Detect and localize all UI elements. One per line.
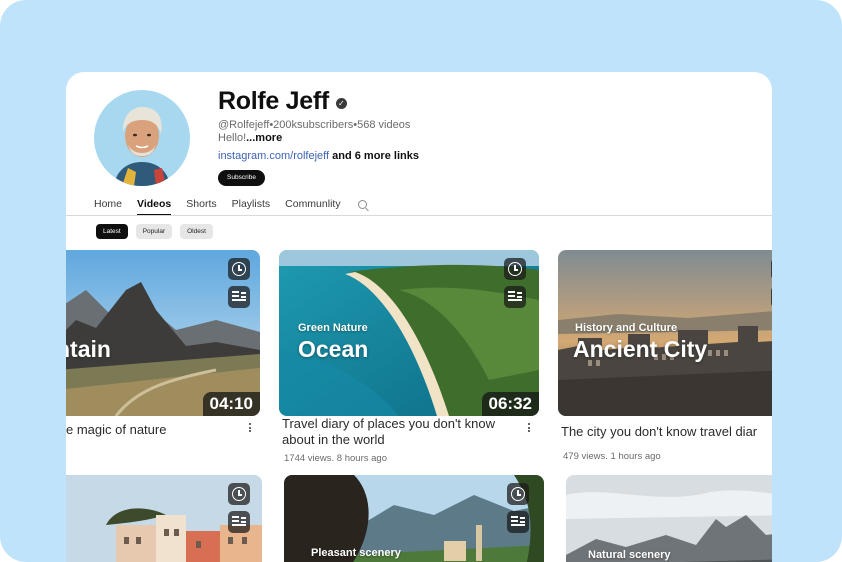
- channel-tabs: Home Videos Shorts Playlists Communlity: [94, 198, 367, 216]
- video-thumbnail[interactable]: [66, 475, 262, 562]
- watch-later-button[interactable]: [771, 258, 772, 280]
- channel-description[interactable]: Hello!...more: [218, 132, 282, 144]
- filter-popular[interactable]: Popular: [135, 224, 173, 239]
- watch-later-button[interactable]: [507, 483, 529, 505]
- thumbnail-category: History and Culture: [575, 322, 678, 334]
- channel-name-row: Rolfe Jeff ✓: [218, 87, 347, 116]
- channel-name: Rolfe Jeff: [218, 87, 329, 115]
- clock-icon: [508, 262, 522, 276]
- instagram-link[interactable]: instagram.com/rolfejeff: [218, 150, 329, 162]
- tab-home[interactable]: Home: [94, 198, 122, 214]
- video-title[interactable]: Travel diary of places you don't know ab…: [282, 416, 518, 448]
- clock-icon: [511, 487, 525, 501]
- more-vertical-icon[interactable]: [249, 423, 252, 434]
- video-thumbnail[interactable]: Green Nature Ocean 06:32: [279, 250, 539, 416]
- add-to-queue-icon: [232, 291, 246, 303]
- subscribe-button[interactable]: Subscribe: [218, 170, 265, 186]
- filter-oldest[interactable]: Oldest: [180, 224, 213, 239]
- video-stats: 1744 views. 8 hours ago: [284, 453, 387, 464]
- description-text: Hello!: [218, 132, 247, 144]
- add-to-queue-button[interactable]: [507, 511, 529, 533]
- filter-chips: Latest Popular Oldest: [96, 224, 221, 239]
- description-more-link[interactable]: ...more: [246, 132, 282, 144]
- watch-later-button[interactable]: [504, 258, 526, 280]
- tab-videos[interactable]: Videos: [137, 198, 172, 216]
- avatar-image: [94, 90, 190, 186]
- add-to-queue-button[interactable]: [228, 286, 250, 308]
- thumbnail-big-title: Ancient City: [573, 336, 708, 362]
- tab-playlists[interactable]: Playlists: [232, 198, 271, 214]
- page-background: Rolfe Jeff ✓ @Rolfejeff•200ksubscribers•…: [0, 0, 842, 562]
- channel-page: Rolfe Jeff ✓ @Rolfejeff•200ksubscribers•…: [66, 72, 772, 562]
- add-to-queue-button[interactable]: [228, 511, 250, 533]
- video-thumbnail[interactable]: Pleasant scenery: [284, 475, 544, 562]
- watch-later-button[interactable]: [228, 258, 250, 280]
- channel-avatar[interactable]: [94, 90, 190, 186]
- thumbnail-category: Natural scenery: [588, 549, 671, 561]
- video-title[interactable]: e magic of nature: [66, 422, 236, 438]
- add-to-queue-icon: [508, 291, 522, 303]
- watch-later-button[interactable]: [228, 483, 250, 505]
- clock-icon: [232, 262, 246, 276]
- filter-latest[interactable]: Latest: [96, 224, 128, 239]
- thumbnail-category: Green Nature: [298, 322, 368, 334]
- verified-check-icon: ✓: [335, 98, 347, 109]
- tabs-divider: [66, 215, 772, 216]
- more-links-button[interactable]: and 6 more links: [332, 150, 419, 162]
- channel-meta: @Rolfejeff•200ksubscribers•568 videos: [218, 119, 411, 131]
- video-stats: 479 views. 1 hours ago: [563, 451, 661, 462]
- thumbnail-big-title: Ocean: [298, 336, 369, 362]
- add-to-queue-button[interactable]: [771, 286, 772, 308]
- video-thumbnail[interactable]: History and Culture Ancient City: [558, 250, 772, 416]
- tab-shorts[interactable]: Shorts: [186, 198, 216, 214]
- video-thumbnail[interactable]: ntain 04:10: [66, 250, 260, 416]
- video-title[interactable]: The city you don't know travel diar: [561, 424, 772, 440]
- video-thumbnail[interactable]: Natural scenery: [566, 475, 772, 562]
- video-duration: 06:32: [481, 392, 539, 416]
- clock-icon: [232, 487, 246, 501]
- search-icon[interactable]: [357, 200, 367, 209]
- add-to-queue-icon: [232, 516, 246, 528]
- thumbnail-big-title: ntain: [66, 336, 111, 362]
- tab-community[interactable]: Communlity: [285, 198, 340, 214]
- video-duration: 04:10: [202, 392, 260, 416]
- thumbnail-category: Pleasant scenery: [311, 547, 401, 559]
- add-to-queue-button[interactable]: [504, 286, 526, 308]
- add-to-queue-icon: [511, 516, 525, 528]
- more-vertical-icon[interactable]: [528, 423, 531, 434]
- channel-links: instagram.com/rolfejeff and 6 more links: [218, 150, 419, 162]
